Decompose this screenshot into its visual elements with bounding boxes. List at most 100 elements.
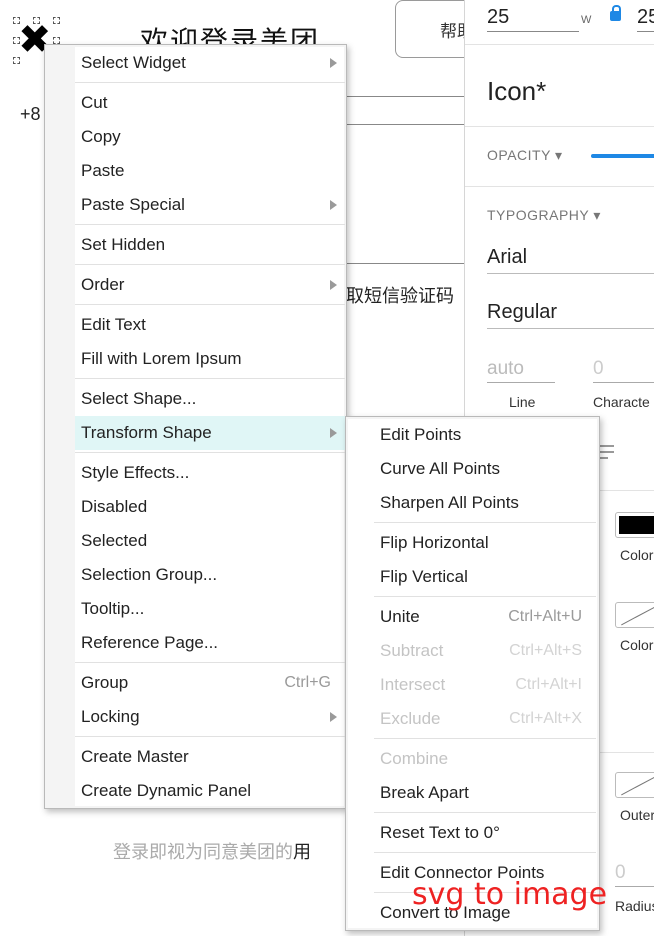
menu-item-label: Paste — [81, 161, 125, 180]
menu-item-unite[interactable]: Unite Ctrl+Alt+U — [374, 600, 596, 634]
menu-item-label: Flip Horizontal — [380, 533, 489, 552]
menu-separator — [75, 82, 345, 83]
agreement-gray-text: 登录即视为同意美团的 — [113, 842, 293, 862]
menu-item-label: Curve All Points — [380, 459, 500, 478]
menu-item-label: Reference Page... — [81, 633, 219, 652]
menu-item-select-widget[interactable]: Select Widget — [75, 46, 345, 80]
menu-item-group[interactable]: Group Ctrl+G — [75, 666, 345, 700]
widget-name-field[interactable]: Icon* — [487, 76, 654, 109]
menu-item-style-effects[interactable]: Style Effects... — [75, 456, 345, 490]
fill-color-swatch[interactable] — [615, 512, 654, 538]
menu-item-label: Tooltip... — [81, 599, 145, 618]
menu-item-select-shape[interactable]: Select Shape... — [75, 382, 345, 416]
menu-item-label: Unite — [380, 607, 420, 626]
submenu-arrow-icon — [330, 58, 337, 68]
line-spacing-label: Line — [509, 394, 536, 410]
menu-item-edit-points[interactable]: Edit Points — [374, 418, 596, 452]
menu-item-shortcut: Ctrl+G — [284, 674, 331, 691]
menu-item-label: Break Apart — [380, 783, 469, 802]
char-spacing-input[interactable]: 0 — [593, 358, 654, 383]
agreement-link[interactable]: 用 — [293, 842, 311, 862]
menu-item-shortcut: Ctrl+Alt+I — [515, 676, 582, 693]
menu-item-shortcut: Ctrl+Alt+X — [509, 710, 582, 727]
typography-section-header[interactable]: TYPOGRAPHY ▾ — [487, 207, 601, 224]
width-label: W — [581, 14, 592, 26]
menu-item-locking[interactable]: Locking — [75, 700, 345, 734]
menu-item-reference-page[interactable]: Reference Page... — [75, 626, 345, 660]
menu-item-copy[interactable]: Copy — [75, 120, 345, 154]
menu-item-flip-vertical[interactable]: Flip Vertical — [374, 560, 596, 594]
menu-item-selection-group[interactable]: Selection Group... — [75, 558, 345, 592]
menu-item-label: Select Shape... — [81, 389, 197, 408]
font-weight-select[interactable]: Regular — [487, 301, 654, 329]
menu-item-label: Create Dynamic Panel — [81, 781, 252, 800]
menu-item-cut[interactable]: Cut — [75, 86, 345, 120]
menu-item-label: Selected — [81, 531, 148, 550]
menu-item-label: Set Hidden — [81, 235, 166, 254]
menu-item-label: Locking — [81, 707, 140, 726]
menu-item-shortcut: Ctrl+Alt+U — [508, 608, 582, 625]
menu-item-label: Select Widget — [81, 53, 186, 72]
opacity-section-header[interactable]: OPACITY ▾ — [487, 147, 563, 164]
outer-shadow-swatch[interactable] — [615, 772, 654, 798]
menu-item-label: Cut — [81, 93, 108, 112]
menu-item-sharpen-all-points[interactable]: Sharpen All Points — [374, 486, 596, 520]
menu-item-shortcut: Ctrl+Alt+S — [509, 642, 582, 659]
menu-item-intersect: Intersect Ctrl+Alt+I — [374, 668, 596, 702]
font-family-select[interactable]: Arial — [487, 246, 654, 274]
menu-item-create-master[interactable]: Create Master — [75, 740, 345, 774]
radius-input[interactable]: 0 — [615, 862, 654, 887]
menu-item-label: Copy — [81, 127, 121, 146]
menu-item-edit-text[interactable]: Edit Text — [75, 308, 345, 342]
menu-item-create-dynamic-panel[interactable]: Create Dynamic Panel — [75, 774, 345, 808]
menu-item-reset-text-to-0[interactable]: Reset Text to 0° — [374, 816, 596, 850]
menu-item-label: Selection Group... — [81, 565, 218, 584]
char-spacing-label: Characte — [593, 394, 650, 410]
menu-item-paste[interactable]: Paste — [75, 154, 345, 188]
phone-prefix: +8 — [20, 104, 41, 124]
border-color-swatch[interactable] — [615, 602, 654, 628]
resize-handle[interactable] — [53, 37, 60, 44]
menu-item-label: Create Master — [81, 747, 189, 766]
submenu-arrow-icon — [330, 428, 337, 438]
annotation-text: svg to image — [412, 877, 608, 912]
resize-handle[interactable] — [53, 17, 60, 24]
menu-item-disabled[interactable]: Disabled — [75, 490, 345, 524]
menu-separator — [75, 224, 345, 225]
submenu-arrow-icon — [330, 200, 337, 210]
transform-shape-submenu: Edit Points Curve All Points Sharpen All P… — [345, 416, 600, 931]
lock-icon[interactable] — [610, 5, 621, 21]
menu-item-combine: Combine — [374, 742, 596, 776]
menu-item-label: Paste Special — [81, 195, 185, 214]
menu-item-set-hidden[interactable]: Set Hidden — [75, 228, 345, 262]
menu-separator — [75, 304, 345, 305]
menu-item-paste-special[interactable]: Paste Special — [75, 188, 345, 222]
menu-item-flip-horizontal[interactable]: Flip Horizontal — [374, 526, 596, 560]
menu-item-fill-with-lorem-ipsum[interactable]: Fill with Lorem Ipsum — [75, 342, 345, 376]
menu-item-transform-shape[interactable]: Transform Shape — [75, 416, 345, 450]
width-input[interactable]: 25 — [487, 6, 579, 32]
menu-item-label: Edit Points — [380, 425, 462, 444]
menu-item-break-apart[interactable]: Break Apart — [374, 776, 596, 810]
height-input[interactable]: 25 — [637, 6, 654, 32]
border-color-label: Color — [620, 637, 654, 653]
menu-item-label: Flip Vertical — [380, 567, 468, 586]
line-spacing-input[interactable]: auto — [487, 358, 555, 383]
menu-item-label: Disabled — [81, 497, 148, 516]
menu-item-selected[interactable]: Selected — [75, 524, 345, 558]
code-field-underline — [346, 263, 464, 264]
menu-item-tooltip[interactable]: Tooltip... — [75, 592, 345, 626]
menu-separator — [374, 596, 596, 597]
menu-item-order[interactable]: Order — [75, 268, 345, 302]
get-sms-code-button[interactable]: 取短信验证码 — [346, 282, 454, 308]
menu-item-label: Sharpen All Points — [380, 493, 519, 512]
menu-item-label: Subtract — [380, 641, 444, 660]
phone-field-underline — [346, 124, 464, 125]
menu-separator — [75, 452, 345, 453]
opacity-slider[interactable] — [591, 154, 654, 158]
menu-item-subtract: Subtract Ctrl+Alt+S — [374, 634, 596, 668]
menu-item-label: Fill with Lorem Ipsum — [81, 349, 242, 368]
menu-item-curve-all-points[interactable]: Curve All Points — [374, 452, 596, 486]
agreement-text: 登录即视为同意美团的用 — [113, 838, 311, 864]
menu-separator — [374, 522, 596, 523]
